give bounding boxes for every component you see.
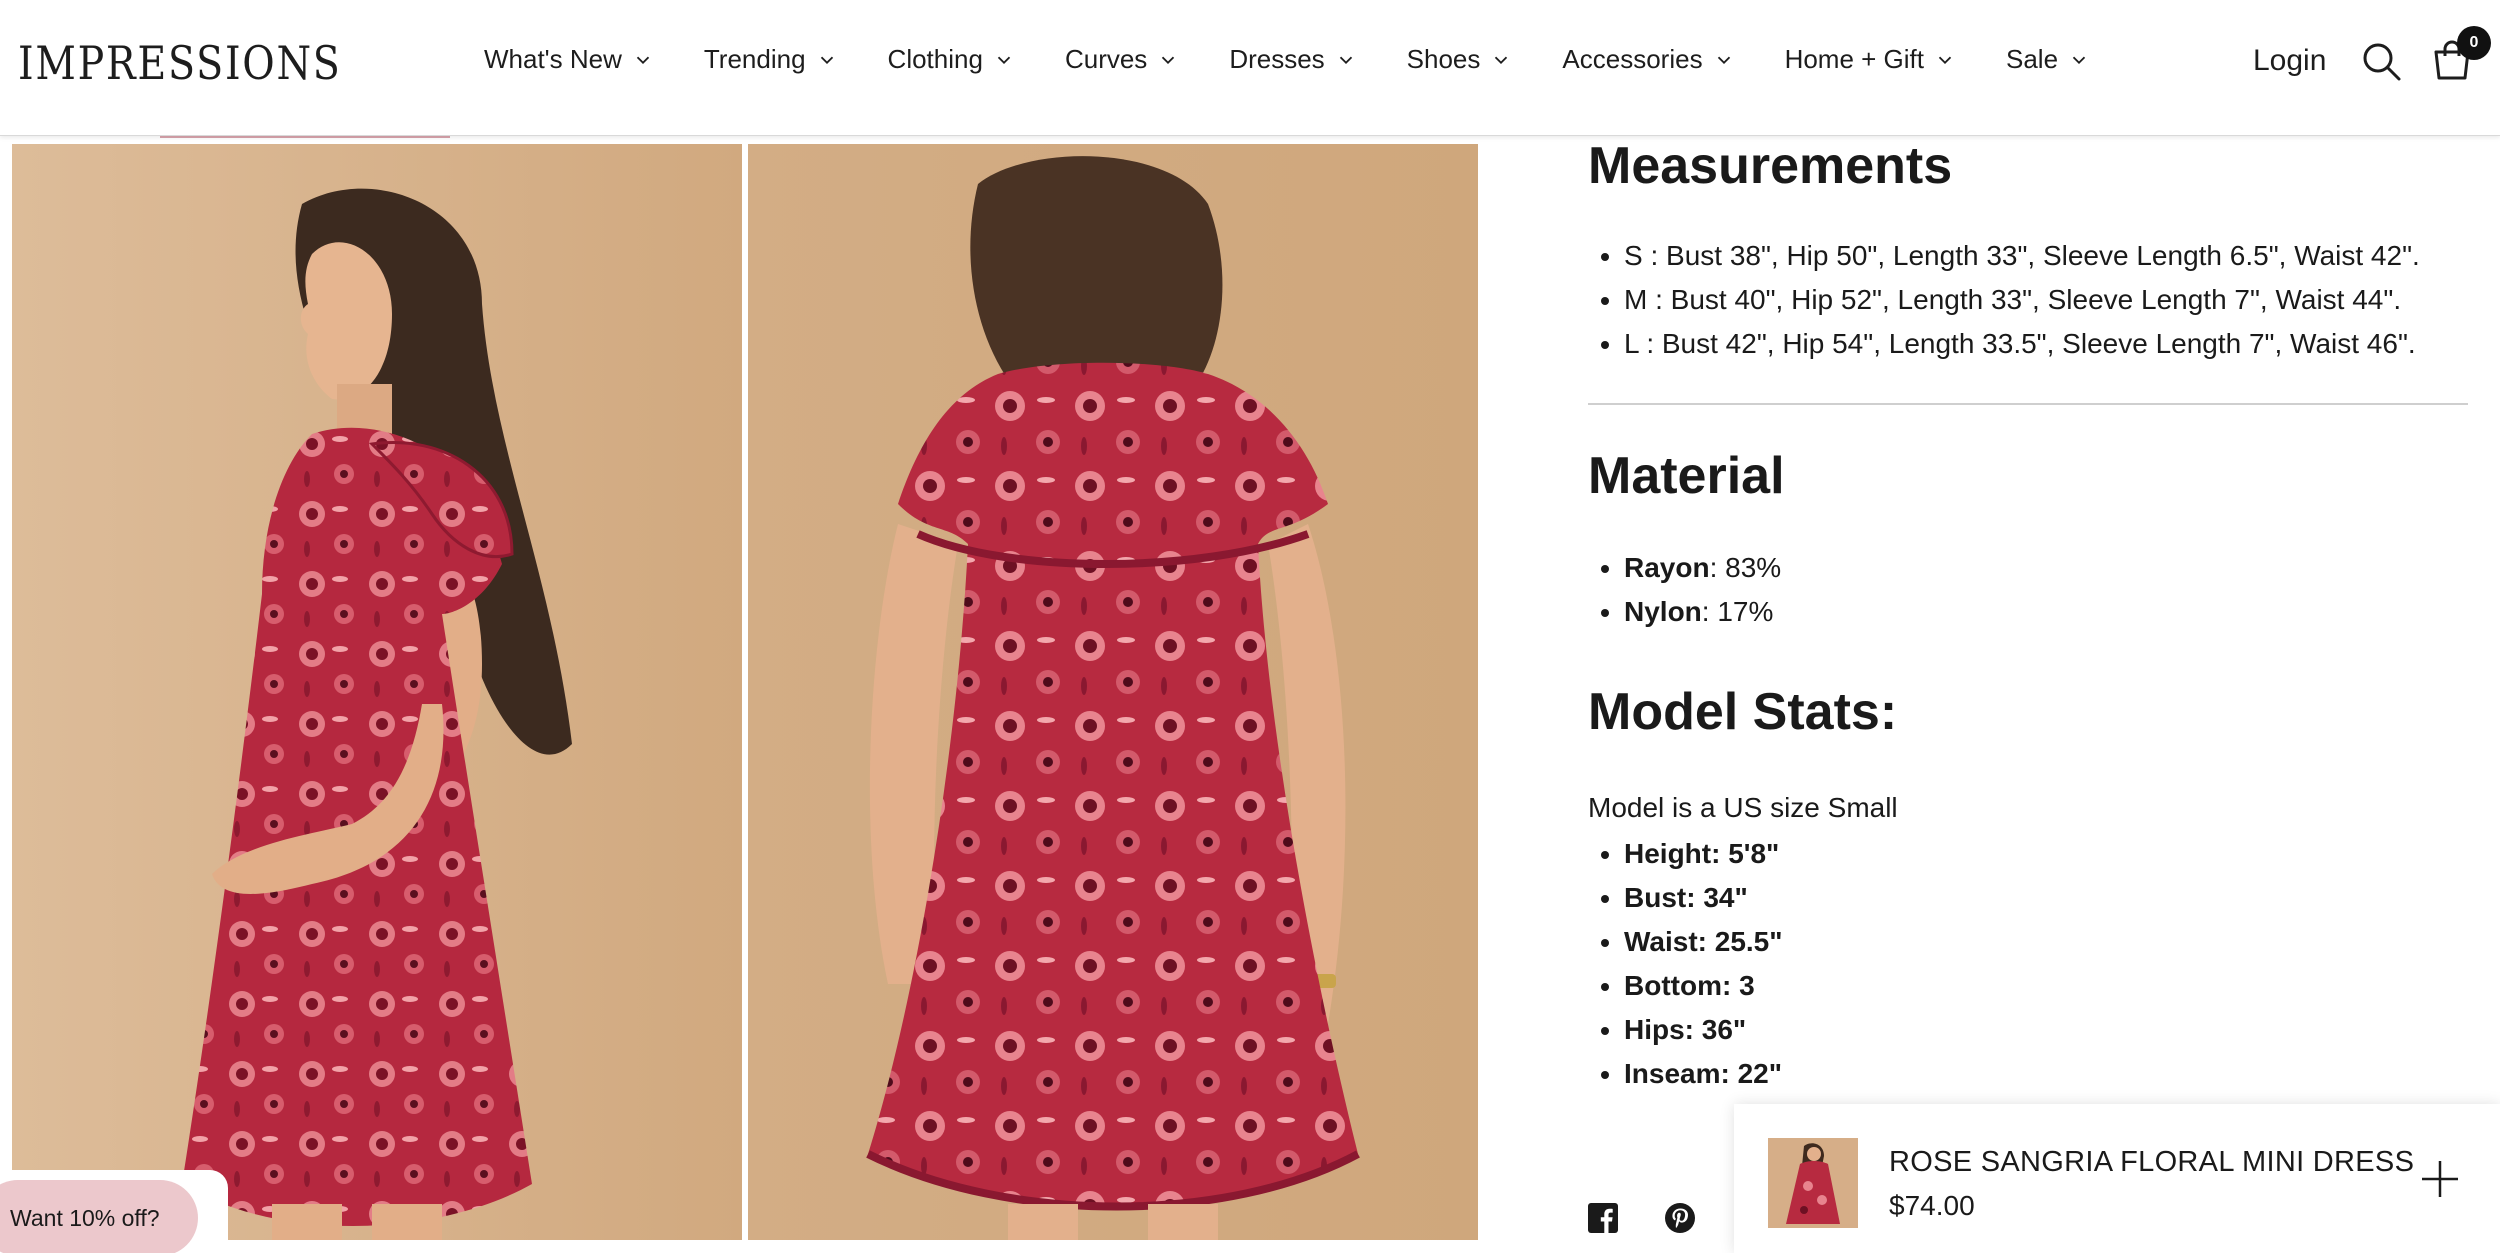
material-heading: Material: [1588, 447, 1785, 505]
model-stats-list: Height: 5'8" Bust: 34" Waist: 25.5" Bott…: [1624, 832, 1783, 1096]
sticky-product-thumbnail: [1768, 1138, 1858, 1228]
discount-promo-button[interactable]: Want 10% off?: [0, 1180, 198, 1253]
nav-item-sale[interactable]: Sale: [2006, 44, 2090, 75]
facebook-icon[interactable]: [1588, 1203, 1618, 1233]
nav-item-curves[interactable]: Curves: [1065, 44, 1179, 75]
nav-item-home-gift[interactable]: Home + Gift: [1785, 44, 1956, 75]
model-side-illustration: [12, 144, 742, 1240]
chevron-down-icon: [2072, 56, 2086, 64]
measurements-heading: Measurements: [1588, 137, 1953, 195]
chevron-down-icon: [1495, 56, 1508, 64]
pinterest-icon[interactable]: [1664, 1202, 1696, 1234]
list-item: L : Bust 42", Hip 54", Length 33.5", Sle…: [1624, 322, 2420, 366]
model-back-illustration: [748, 144, 1478, 1240]
main-nav: What's New Trending Clothing Curves Dres…: [484, 44, 2090, 75]
thumbnail-illustration: [1768, 1138, 1858, 1228]
section-divider: [1588, 403, 2468, 405]
sticky-product-bar: ROSE SANGRIA FLORAL MINI DRESS $74.00: [1734, 1104, 2500, 1253]
product-image-back[interactable]: [748, 144, 1478, 1240]
login-link[interactable]: Login: [2253, 44, 2326, 78]
model-size-text: Model is a US size Small: [1588, 792, 1898, 823]
product-image-side[interactable]: [12, 144, 742, 1240]
list-item: Height: 5'8": [1624, 832, 1783, 876]
sticky-product-price: $74.00: [1889, 1190, 1975, 1221]
cart-count-badge: 0: [2457, 26, 2491, 60]
chevron-down-icon: [1717, 56, 1730, 64]
list-item: Nylon: 17%: [1624, 590, 1781, 634]
chevron-down-icon: [1339, 56, 1352, 64]
site-logo[interactable]: IMPRESSIONS: [18, 36, 342, 90]
chevron-down-icon: [997, 56, 1011, 64]
nav-item-dresses[interactable]: Dresses: [1229, 44, 1356, 75]
list-item: Bottom: 3: [1624, 964, 1783, 1008]
list-item: Inseam: 22": [1624, 1052, 1783, 1096]
nav-item-trending[interactable]: Trending: [704, 44, 838, 75]
nav-item-shoes[interactable]: Shoes: [1407, 44, 1513, 75]
search-icon[interactable]: [2360, 40, 2402, 82]
chevron-down-icon: [1938, 56, 1952, 64]
chevron-down-icon: [636, 56, 650, 64]
plus-icon[interactable]: [2420, 1159, 2460, 1199]
list-item: Hips: 36": [1624, 1008, 1783, 1052]
list-item: Waist: 25.5": [1624, 920, 1783, 964]
chevron-down-icon: [1162, 56, 1175, 64]
nav-item-whats-new[interactable]: What's New: [484, 44, 654, 75]
list-item: S : Bust 38", Hip 50", Length 33", Sleev…: [1624, 234, 2420, 278]
list-item: M : Bust 40", Hip 52", Length 33", Sleev…: [1624, 278, 2420, 322]
model-stats-heading: Model Stats:: [1588, 683, 1898, 741]
measurements-list: S : Bust 38", Hip 50", Length 33", Sleev…: [1624, 234, 2420, 366]
site-header: IMPRESSIONS What's New Trending Clothing…: [0, 0, 2500, 136]
chevron-down-icon: [820, 56, 833, 64]
list-item: Bust: 34": [1624, 876, 1783, 920]
material-list: Rayon: 83% Nylon: 17%: [1624, 546, 1781, 634]
nav-item-clothing[interactable]: Clothing: [888, 44, 1015, 75]
list-item: Rayon: 83%: [1624, 546, 1781, 590]
nav-item-accessories[interactable]: Accessories: [1562, 44, 1734, 75]
sticky-product-title: ROSE SANGRIA FLORAL MINI DRESS: [1889, 1146, 2415, 1178]
